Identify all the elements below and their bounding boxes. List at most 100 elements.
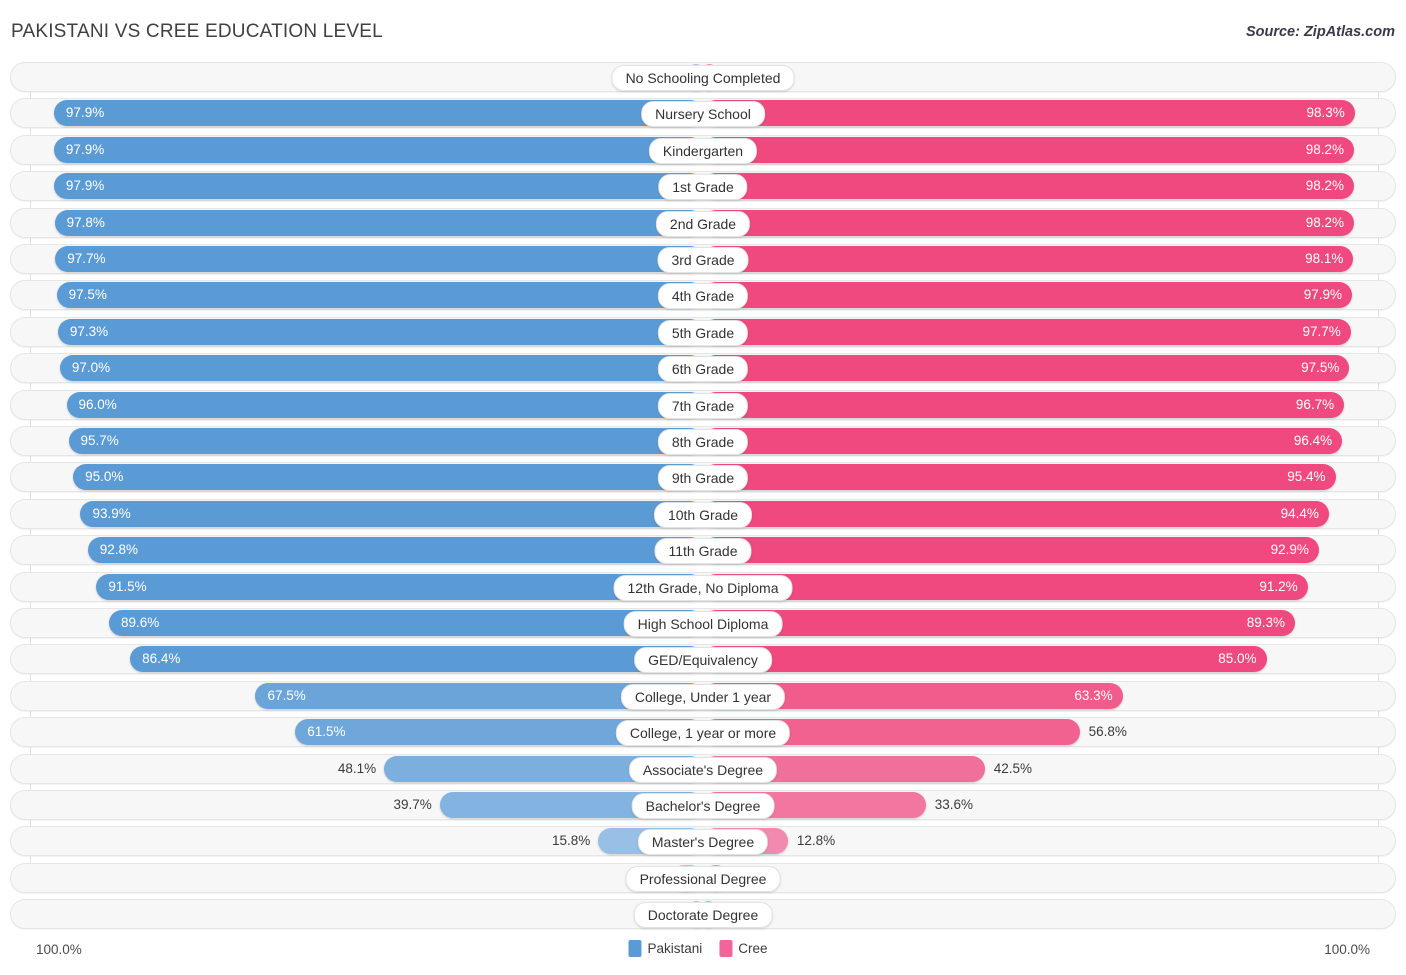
chart-header: PAKISTANI VS CREE EDUCATION LEVEL Source… (0, 0, 1406, 62)
bar-cree (703, 610, 1296, 636)
value-label-pakistani: 97.3% (69, 323, 109, 339)
category-label: College, Under 1 year (620, 683, 786, 710)
value-label-pakistani: 97.7% (67, 251, 106, 266)
bar-cree (703, 464, 1336, 491)
bar-cree (703, 537, 1319, 564)
value-label-cree: 97.7% (1302, 323, 1341, 339)
chart-row: 61.5% 56.8% College, 1 year or more (10, 717, 1396, 748)
category-label: 9th Grade (657, 465, 749, 492)
bar-cree (703, 136, 1355, 163)
bar-cree (703, 209, 1355, 236)
chart-legend: Pakistani Cree (628, 940, 777, 957)
bar-pakistani (68, 428, 703, 454)
diverging-bar-chart: 2.1%1.9%No Schooling Completed 97.9% 98.3%… (0, 62, 1406, 937)
value-label-pakistani: 97.9% (65, 105, 105, 121)
chart-row: 97.8% 98.2% 2nd Grade (10, 207, 1396, 238)
value-label-pakistani: 39.7% (393, 797, 432, 812)
category-label: High School Diploma (623, 611, 783, 637)
category-label: Nursery School (641, 101, 765, 128)
value-label-pakistani: 86.4% (142, 651, 181, 667)
category-label: 3rd Grade (657, 247, 749, 273)
category-label: No Schooling Completed (611, 65, 795, 91)
value-label-pakistani: 15.8% (551, 833, 591, 849)
value-label-cree: 98.3% (1306, 105, 1345, 121)
chart-row: 39.7% 33.6% Bachelor's Degree (10, 790, 1396, 820)
bar-cree (703, 500, 1329, 527)
value-label-pakistani: 67.5% (267, 687, 306, 703)
chart-row: 97.9% 98.3% Nursery School (10, 98, 1396, 129)
chart-row: 97.0% 97.5% 6th Grade (10, 353, 1396, 384)
page-title: PAKISTANI VS CREE EDUCATION LEVEL (11, 21, 383, 42)
bar-cree (703, 318, 1351, 345)
legend-label: Pakistani (647, 941, 703, 956)
value-label-pakistani: 92.8% (99, 542, 139, 558)
category-label: Professional Degree (625, 865, 781, 892)
value-label-cree: 12.8% (796, 833, 836, 849)
value-label-cree: 97.9% (1303, 287, 1343, 303)
value-label-pakistani: 97.9% (65, 141, 105, 157)
category-label: Bachelor's Degree (631, 793, 775, 819)
value-label-pakistani: 97.8% (66, 214, 105, 230)
legend-swatch-icon (628, 940, 642, 957)
value-label-cree: 63.3% (1074, 687, 1113, 703)
value-label-cree: 98.1% (1305, 251, 1344, 266)
value-label-cree: 56.8% (1088, 724, 1127, 740)
legend-item-pakistani[interactable]: Pakistani (628, 940, 702, 957)
chart-row: 92.8% 92.9% 11th Grade (10, 535, 1396, 566)
bar-cree (703, 173, 1355, 200)
value-label-cree: 95.4% (1287, 469, 1326, 485)
bar-cree (703, 646, 1267, 673)
category-label: 11th Grade (654, 538, 752, 565)
value-label-cree: 94.4% (1280, 505, 1319, 521)
value-label-pakistani: 61.5% (307, 724, 346, 740)
chart-row: 95.0% 95.4% 9th Grade (10, 462, 1396, 493)
chart-row: 4.8%3.9%Professional Degree (10, 862, 1396, 893)
category-label: 4th Grade (657, 283, 749, 310)
chart-row: 96.0% 96.7% 7th Grade (10, 389, 1396, 420)
bar-pakistani (87, 537, 703, 564)
bar-pakistani (66, 391, 703, 418)
value-label-pakistani: 48.1% (337, 760, 377, 776)
value-label-cree: 98.2% (1305, 141, 1345, 157)
chart-footer: 100.0% Pakistani Cree 100.0% (0, 937, 1406, 975)
chart-row: 89.6% 89.3% High School Diploma (10, 608, 1396, 638)
value-label-cree: 89.3% (1246, 615, 1286, 630)
axis-max-left: 100.0% (36, 942, 82, 957)
source-attribution: Source: ZipAtlas.com (1245, 24, 1395, 40)
value-label-pakistani: 97.9% (65, 178, 105, 194)
value-label-pakistani: 97.0% (71, 360, 111, 376)
bar-pakistani (108, 610, 703, 636)
category-label: Associate's Degree (628, 756, 778, 783)
category-label: 5th Grade (657, 319, 749, 346)
axis-max-right: 100.0% (1324, 942, 1370, 957)
bar-pakistani (56, 282, 703, 309)
bar-pakistani (54, 209, 703, 236)
legend-item-cree[interactable]: Cree (719, 940, 768, 957)
bar-pakistani (55, 246, 703, 272)
chart-row: 97.3% 97.7% 5th Grade (10, 316, 1396, 347)
value-label-pakistani: 91.5% (108, 578, 147, 594)
chart-row: 2.1%1.9%No Schooling Completed (10, 62, 1396, 92)
bar-pakistani (53, 173, 703, 200)
category-label: Master's Degree (637, 829, 769, 856)
bar-cree (703, 100, 1355, 127)
value-label-cree: 96.4% (1293, 433, 1333, 448)
chart-row: 86.4% 85.0% GED/Equivalency (10, 644, 1396, 675)
bar-pakistani (96, 573, 703, 600)
value-label-cree: 42.5% (993, 760, 1033, 776)
value-label-pakistani: 93.9% (92, 505, 131, 521)
category-label: 7th Grade (657, 392, 749, 419)
bar-cree (703, 391, 1345, 418)
category-label: 1st Grade (658, 174, 748, 201)
chart-row: 93.9% 94.4% 10th Grade (10, 498, 1396, 529)
chart-row: 95.7% 96.4% 8th Grade (10, 426, 1396, 456)
chart-row: 48.1% 42.5% Associate's Degree (10, 753, 1396, 784)
bar-pakistani (53, 136, 703, 163)
category-label: 10th Grade (653, 501, 753, 528)
value-label-cree: 96.7% (1295, 396, 1335, 412)
chart-row: 2.0%1.6%Doctorate Degree (10, 899, 1396, 930)
value-label-cree: 92.9% (1270, 542, 1309, 558)
category-label: 2nd Grade (655, 210, 751, 237)
value-label-cree: 91.2% (1259, 578, 1298, 594)
value-label-cree: 98.2% (1305, 178, 1345, 194)
